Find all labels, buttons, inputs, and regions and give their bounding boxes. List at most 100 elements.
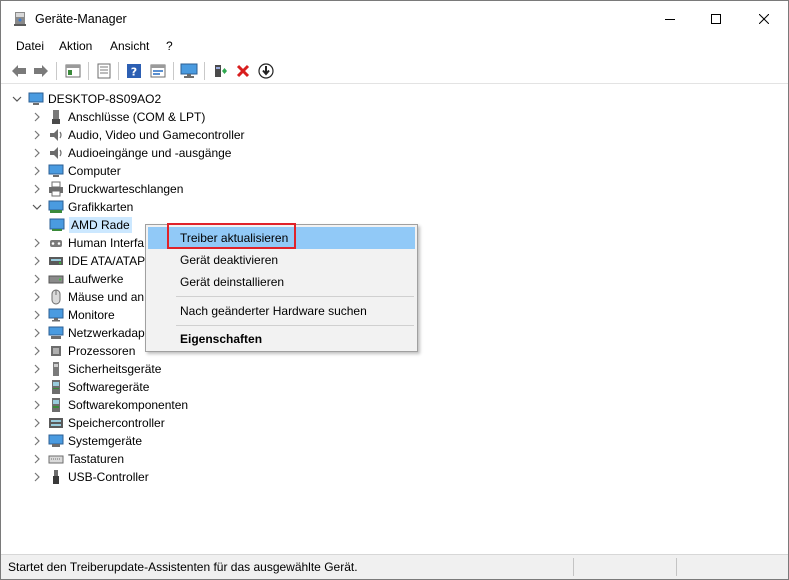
tree-category[interactable]: Druckwarteschlangen [32,180,183,198]
chevron-right-icon[interactable] [32,292,42,302]
chevron-right-icon[interactable] [32,454,42,464]
highlight-annotation [167,223,296,249]
speaker-icon [48,127,64,143]
menu-disable-device[interactable]: Gerät deaktivieren [148,249,415,271]
computer-icon [28,91,44,107]
tree-category[interactable]: Grafikkarten [32,198,133,216]
toolbar-separator [173,62,174,80]
minimize-button[interactable] [647,1,693,37]
system-icon [48,433,64,449]
help-icon[interactable]: ? [124,61,144,81]
remove-device-icon[interactable] [233,61,253,81]
menu-properties[interactable]: Eigenschaften [148,328,415,350]
chevron-right-icon[interactable] [32,310,42,320]
chevron-right-icon[interactable] [32,436,42,446]
tree-category[interactable]: USB-Controller [32,468,149,486]
tree-category[interactable]: Tastaturen [32,450,124,468]
window-title: Geräte-Manager [35,12,127,26]
tree-category[interactable]: Speichercontroller [32,414,165,432]
menu-help[interactable]: ? [163,39,176,53]
status-text: Startet den Treiberupdate-Assistenten fü… [8,560,358,574]
chevron-right-icon[interactable] [32,166,42,176]
tree-category[interactable]: Prozessoren [32,342,135,360]
tree-root[interactable]: DESKTOP-8S09AO2 [12,90,161,108]
chevron-right-icon[interactable] [32,418,42,428]
tree-category-label: Anschlüsse (COM & LPT) [68,110,206,124]
hid-icon [48,235,64,251]
tree-category-label: Audioeingänge und -ausgänge [68,146,232,160]
port-icon [48,109,64,125]
tree-category[interactable]: Monitore [32,306,115,324]
status-bar: Startet den Treiberupdate-Assistenten fü… [1,554,788,579]
tree-category[interactable]: Softwaregeräte [32,378,149,396]
tree-category[interactable]: Computer [32,162,121,180]
tree-category-label: Prozessoren [68,344,136,358]
details-icon[interactable] [148,61,168,81]
tree-category[interactable]: Human Interfa [32,234,144,252]
tree-category[interactable]: Sicherheitsgeräte [32,360,161,378]
chevron-right-icon[interactable] [32,472,42,482]
chevron-right-icon[interactable] [32,148,42,158]
tree-category-label: Sicherheitsgeräte [68,362,162,376]
add-driver-icon[interactable] [210,61,230,81]
device-manager-icon [12,11,28,27]
menu-datei[interactable]: Datei [13,39,47,53]
tree-category[interactable]: Netzwerkadap [32,324,145,342]
tree-category-label: Monitore [68,308,115,322]
chevron-down-icon[interactable] [32,202,42,212]
drive-icon [48,271,64,287]
status-divider [573,558,574,576]
tree-category-label: Systemgeräte [68,434,143,448]
download-driver-icon[interactable] [256,61,276,81]
tree-category-label: Audio, Video und Gamecontroller [68,128,245,142]
chevron-right-icon[interactable] [32,238,42,248]
tree-category[interactable]: Systemgeräte [32,432,142,450]
chevron-down-icon[interactable] [12,94,22,104]
tree-category-label: Softwarekomponenten [68,398,189,412]
speaker-icon [48,145,64,161]
tree-category-label: Human Interfa [68,236,145,250]
maximize-button[interactable] [693,1,739,37]
monitor-icon[interactable] [179,61,199,81]
chevron-right-icon[interactable] [32,130,42,140]
tree-category-label: Computer [68,164,121,178]
chevron-right-icon[interactable] [32,328,42,338]
chevron-right-icon[interactable] [32,274,42,284]
chevron-right-icon[interactable] [32,184,42,194]
chevron-right-icon[interactable] [32,364,42,374]
tree-category[interactable]: Laufwerke [32,270,123,288]
toolbar-separator [56,62,57,80]
tree-category[interactable]: Audio, Video und Gamecontroller [32,126,245,144]
toolbar-separator [204,62,205,80]
tree-category[interactable]: Anschlüsse (COM & LPT) [32,108,205,126]
back-arrow-icon[interactable] [9,61,29,81]
menu-scan-hardware[interactable]: Nach geänderter Hardware suchen [148,300,415,322]
forward-arrow-icon[interactable] [31,61,51,81]
tree-category[interactable]: Mäuse und an [32,288,144,306]
chevron-right-icon[interactable] [32,346,42,356]
device-label: AMD Rade [69,217,132,233]
properties-list-icon[interactable] [63,61,83,81]
tree-category[interactable]: Audioeingänge und -ausgänge [32,144,231,162]
tree-category-label: Mäuse und an [68,290,145,304]
ide-icon [48,253,64,269]
tree-category[interactable]: IDE ATA/ATAPI [32,252,148,270]
chevron-right-icon[interactable] [32,400,42,410]
menu-ansicht[interactable]: Ansicht [107,39,152,53]
chevron-right-icon[interactable] [32,256,42,266]
menu-separator [176,325,414,326]
display-adapter-icon [49,217,65,233]
monitor-icon [48,307,64,323]
menu-aktion[interactable]: Aktion [56,39,95,53]
tree-device-amd[interactable]: AMD Rade [49,216,132,234]
chevron-right-icon[interactable] [32,382,42,392]
tree-category-label: Netzwerkadap [68,326,145,340]
tree-category[interactable]: Softwarekomponenten [32,396,188,414]
tree-category-label: Druckwarteschlangen [68,182,184,196]
close-button[interactable] [741,1,787,37]
device-list-icon[interactable] [94,61,114,81]
status-divider [676,558,677,576]
tree-category-label: Laufwerke [68,272,124,286]
chevron-right-icon[interactable] [32,112,42,122]
menu-uninstall-device[interactable]: Gerät deinstallieren [148,271,415,293]
